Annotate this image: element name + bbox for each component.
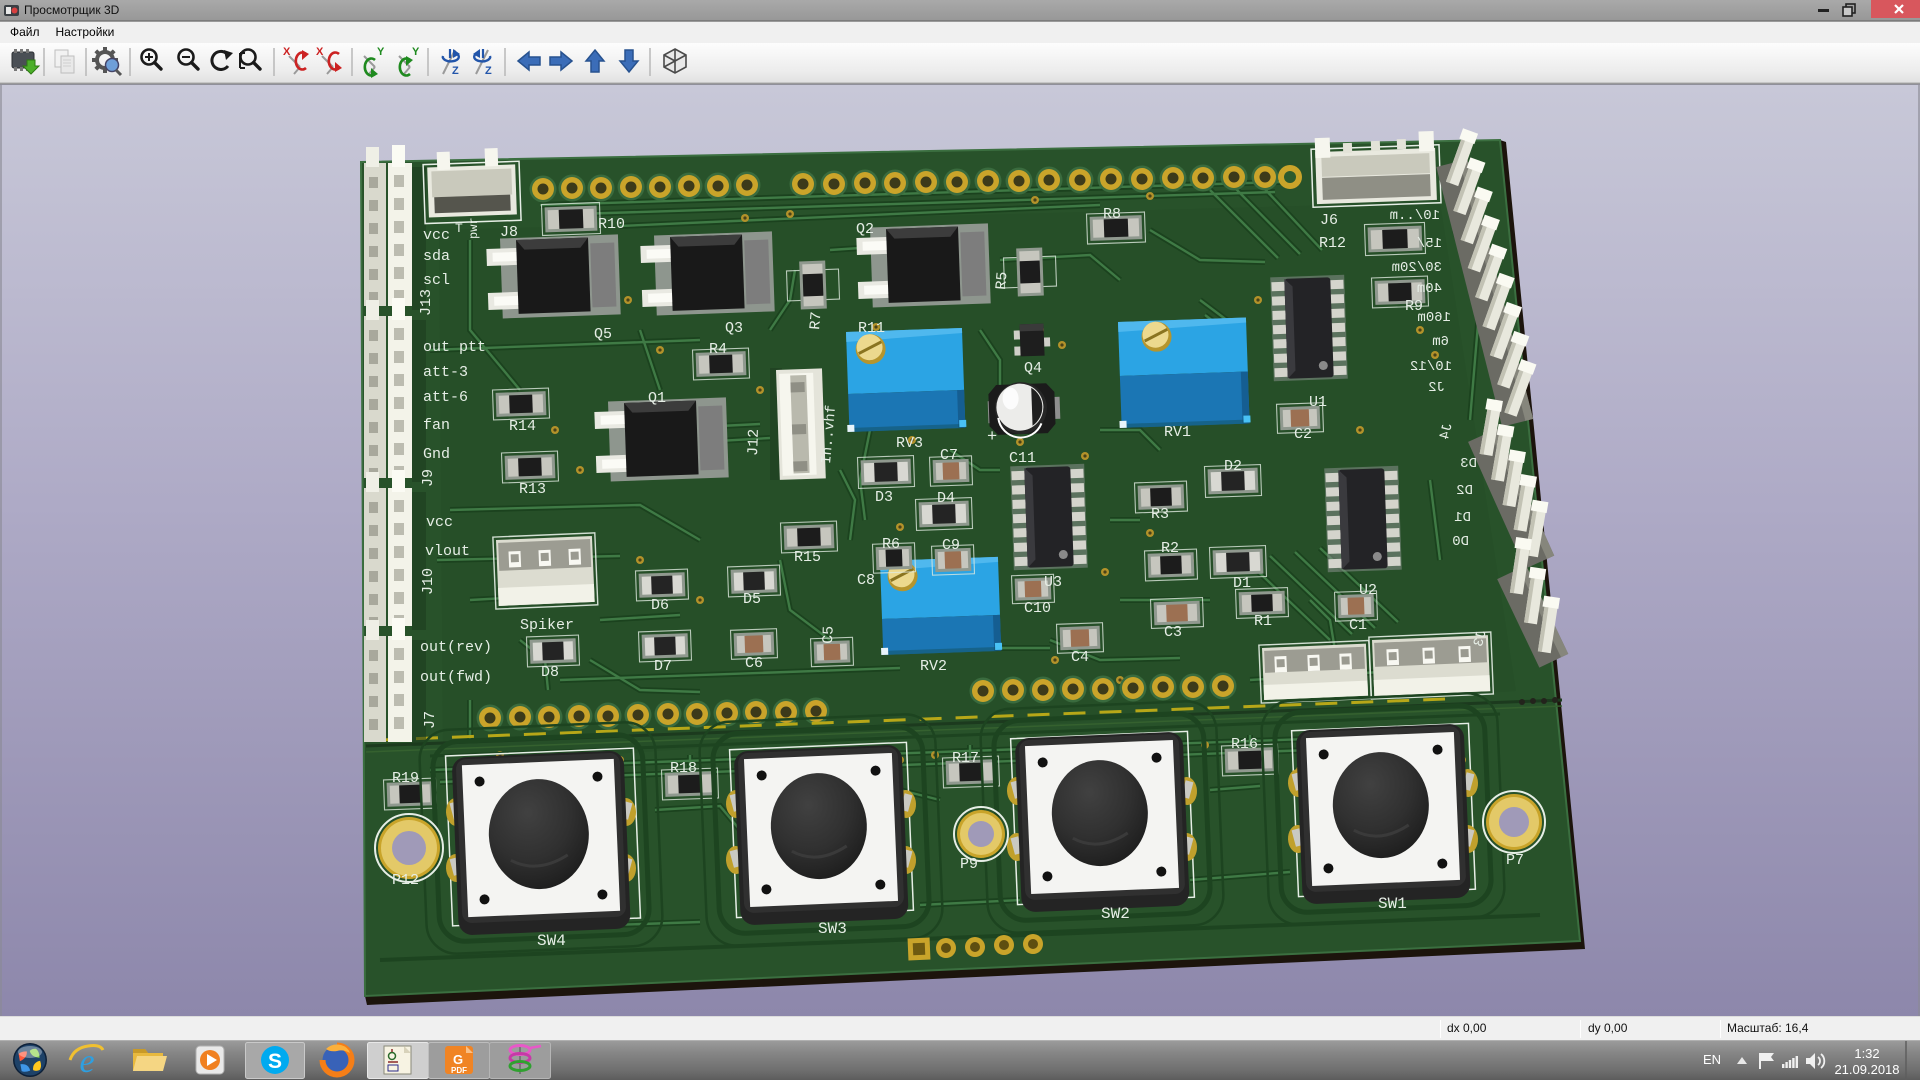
- svg-text:EN: EN: [1703, 1052, 1721, 1067]
- svg-text:1:32: 1:32: [1854, 1046, 1879, 1061]
- svg-text:21.09.2018: 21.09.2018: [1834, 1062, 1899, 1077]
- svg-text:S: S: [268, 1050, 282, 1073]
- svg-text:G: G: [453, 1052, 463, 1067]
- svg-text:PDF: PDF: [451, 1066, 467, 1075]
